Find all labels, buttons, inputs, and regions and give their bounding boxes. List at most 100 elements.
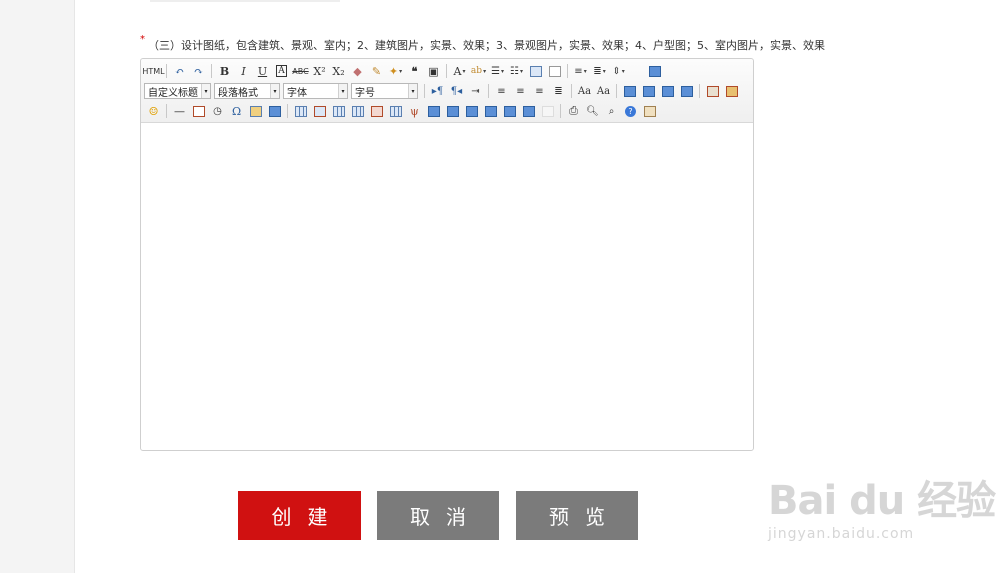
separator — [287, 104, 288, 118]
emotion-icon[interactable]: ☺ — [144, 102, 163, 120]
align-left-icon[interactable]: ≡ — [492, 82, 511, 100]
separator — [211, 64, 212, 78]
eraser-icon[interactable]: ◆ — [348, 62, 367, 80]
delete-row-icon[interactable] — [367, 102, 386, 120]
watermark-url: jingyan.baidu.com — [768, 526, 915, 542]
preview-icon[interactable]: 🔍︎ — [583, 102, 602, 120]
insert-paragraph-before-table-icon[interactable] — [329, 102, 348, 120]
separator — [446, 64, 447, 78]
delete-col-icon[interactable]: ψ — [405, 102, 424, 120]
separator — [166, 104, 167, 118]
highlight-color-icon[interactable]: ab ▾ — [469, 62, 488, 80]
merge-down-icon[interactable] — [462, 102, 481, 120]
font-border-icon[interactable]: A — [272, 62, 291, 80]
separator — [616, 84, 617, 98]
rich-text-editor: HTML ↶ ↷ B I U A ABC X² X₂ ◆ ✎ ✦ ▾ ❝ ▣ A ▾… — [140, 58, 754, 451]
simple-upload-icon[interactable] — [703, 82, 722, 100]
bold-icon[interactable]: B — [215, 62, 234, 80]
merge-cells-icon[interactable] — [424, 102, 443, 120]
image-center-icon[interactable] — [677, 82, 696, 100]
delete-table-icon[interactable] — [310, 102, 329, 120]
html-source-button[interactable]: HTML — [142, 62, 164, 80]
format-brush-icon[interactable]: ✎ — [367, 62, 386, 80]
lowercase-icon[interactable]: Aa — [594, 82, 613, 100]
undo-icon[interactable]: ↶ — [170, 62, 189, 80]
image-none-icon[interactable] — [620, 82, 639, 100]
clear-doc-icon[interactable] — [545, 62, 564, 80]
align-right-icon[interactable]: ≡ — [530, 82, 549, 100]
chevron-down-icon: ▾ — [408, 84, 417, 98]
blockquote-icon[interactable]: ❝ — [405, 62, 424, 80]
separator — [424, 84, 425, 98]
font-family-value: 字体 — [287, 87, 307, 99]
cancel-button[interactable]: 取消 — [377, 491, 499, 540]
chevron-down-icon: ▾ — [270, 84, 279, 98]
split-rows-icon[interactable] — [500, 102, 519, 120]
toolbar-row-3: ☺ — ◷ Ω ψ ⎙ 🔍︎ ⌕ ? — [144, 101, 750, 121]
chevron-down-icon: ▾ — [338, 84, 347, 98]
insert-table-icon[interactable] — [291, 102, 310, 120]
wordimage-icon[interactable] — [246, 102, 265, 120]
print-icon[interactable]: ⎙ — [564, 102, 583, 120]
image-left-icon[interactable] — [639, 82, 658, 100]
superscript-icon[interactable]: X² — [310, 62, 329, 80]
toolbar-row-2: 自定义标题 ▾ 段落格式 ▾ 字体 ▾ 字号 ▾ ▸¶ ¶◂ ⇥ ≡ ≡ ≡ ≣ Aa … — [144, 81, 750, 101]
create-button[interactable]: 创建 — [238, 491, 361, 540]
subscript-icon[interactable]: X₂ — [329, 62, 348, 80]
left-sidebar — [0, 0, 75, 573]
split-cells-icon[interactable] — [481, 102, 500, 120]
custom-title-value: 自定义标题 — [148, 87, 198, 99]
select-all-icon[interactable] — [526, 62, 545, 80]
row-spacing-top-icon[interactable]: ≡ ▾ — [571, 62, 590, 80]
disabled-tool-icon — [538, 102, 557, 120]
paste-plain-icon[interactable]: ▣ — [424, 62, 443, 80]
insert-row-icon[interactable] — [348, 102, 367, 120]
template-icon[interactable] — [265, 102, 284, 120]
insert-col-icon[interactable] — [386, 102, 405, 120]
uppercase-icon[interactable]: Aa — [575, 82, 594, 100]
help-icon[interactable]: ? — [621, 102, 640, 120]
required-mark: * — [140, 34, 145, 45]
strikethrough-icon[interactable]: ABC — [291, 62, 310, 80]
time-icon[interactable]: ◷ — [208, 102, 227, 120]
chevron-down-icon: ▾ — [201, 84, 210, 98]
italic-icon[interactable]: I — [234, 62, 253, 80]
editor-content-area[interactable] — [141, 123, 753, 450]
align-center-icon[interactable]: ≡ — [511, 82, 530, 100]
editor-toolbar: HTML ↶ ↷ B I U A ABC X² X₂ ◆ ✎ ✦ ▾ ❝ ▣ A ▾… — [141, 59, 753, 123]
rtl-direction-icon[interactable]: ¶◂ — [447, 82, 466, 100]
field-label-row: * （三）设计图纸，包含建筑、景观、室内；2、建筑图片，实景、效果；3、景观图片，… — [140, 34, 825, 53]
ordered-list-icon[interactable]: ☰ ▾ — [488, 62, 507, 80]
field-label: （三）设计图纸，包含建筑、景观、室内；2、建筑图片，实景、效果；3、景观图片，实… — [148, 39, 825, 52]
separator — [166, 64, 167, 78]
indent-icon[interactable]: ⇥ — [466, 82, 485, 100]
horizontal-rule-icon[interactable]: — — [170, 102, 189, 120]
toolbar-row-1: HTML ↶ ↷ B I U A ABC X² X₂ ◆ ✎ ✦ ▾ ❝ ▣ A ▾… — [142, 61, 750, 81]
font-family-select[interactable]: 字体 ▾ — [283, 83, 348, 99]
insert-image-icon[interactable] — [722, 82, 741, 100]
paragraph-format-select[interactable]: 段落格式 ▾ — [214, 83, 280, 99]
align-justify-icon[interactable]: ≣ — [549, 82, 568, 100]
line-height-icon[interactable]: ⇕ ▾ — [609, 62, 628, 80]
special-chars-icon[interactable]: Ω — [227, 102, 246, 120]
separator — [571, 84, 572, 98]
separator — [567, 64, 568, 78]
auto-format-icon[interactable]: ✦ ▾ — [386, 62, 405, 80]
unordered-list-icon[interactable]: ☷ ▾ — [507, 62, 526, 80]
image-right-icon[interactable] — [658, 82, 677, 100]
date-icon[interactable] — [189, 102, 208, 120]
drafts-icon[interactable] — [640, 102, 659, 120]
search-replace-icon[interactable]: ⌕ — [602, 102, 621, 120]
split-cols-icon[interactable] — [519, 102, 538, 120]
underline-icon[interactable]: U — [253, 62, 272, 80]
preview-button[interactable]: 预览 — [516, 491, 638, 540]
font-size-select[interactable]: 字号 ▾ — [351, 83, 418, 99]
redo-icon[interactable]: ↷ — [189, 62, 208, 80]
merge-right-icon[interactable] — [443, 102, 462, 120]
row-spacing-bottom-icon[interactable]: ≣ ▾ — [590, 62, 609, 80]
ltr-direction-icon[interactable]: ▸¶ — [428, 82, 447, 100]
custom-title-select[interactable]: 自定义标题 ▾ — [144, 83, 211, 99]
font-color-icon[interactable]: A ▾ — [450, 62, 469, 80]
watermark-logo-text: Bai du 经验 — [768, 478, 996, 524]
fullscreen-icon[interactable] — [645, 62, 664, 80]
